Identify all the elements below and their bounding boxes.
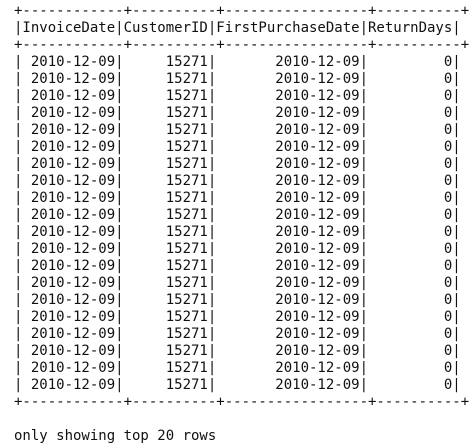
table-row: | 2010-12-09| 15271| 2010-12-09| 0|: [14, 309, 461, 325]
table-row: | 2010-12-09| 15271| 2010-12-09| 0|: [14, 173, 461, 189]
table-bottom-border: +------------+----------+---------------…: [14, 394, 470, 410]
table-header-border: +------------+----------+---------------…: [14, 37, 470, 53]
table-body: | 2010-12-09| 15271| 2010-12-09| 0| | 201…: [14, 54, 469, 394]
table-row: | 2010-12-09| 15271| 2010-12-09| 0|: [14, 122, 461, 138]
footer-message: only showing top 20 rows: [14, 428, 217, 444]
table-row: | 2010-12-09| 15271| 2010-12-09| 0|: [14, 241, 461, 257]
table-row: | 2010-12-09| 15271| 2010-12-09| 0|: [14, 360, 461, 376]
table-row: | 2010-12-09| 15271| 2010-12-09| 0|: [14, 139, 461, 155]
table-row: | 2010-12-09| 15271| 2010-12-09| 0|: [14, 224, 461, 240]
table-row: | 2010-12-09| 15271| 2010-12-09| 0|: [14, 275, 461, 291]
table-row: | 2010-12-09| 15271| 2010-12-09| 0|: [14, 377, 461, 393]
table-row: | 2010-12-09| 15271| 2010-12-09| 0|: [14, 54, 461, 70]
table-top-border: +------------+----------+---------------…: [14, 3, 470, 19]
table-row: | 2010-12-09| 15271| 2010-12-09| 0|: [14, 190, 461, 206]
table-row: | 2010-12-09| 15271| 2010-12-09| 0|: [14, 343, 461, 359]
table-row: | 2010-12-09| 15271| 2010-12-09| 0|: [14, 258, 461, 274]
table-row: | 2010-12-09| 15271| 2010-12-09| 0|: [14, 207, 461, 223]
table-row: | 2010-12-09| 15271| 2010-12-09| 0|: [14, 156, 461, 172]
console-output: +------------+----------+---------------…: [14, 3, 469, 445]
table-row: | 2010-12-09| 15271| 2010-12-09| 0|: [14, 326, 461, 342]
table-row: | 2010-12-09| 15271| 2010-12-09| 0|: [14, 71, 461, 87]
table-header-row: |InvoiceDate|CustomerID|FirstPurchaseDat…: [14, 20, 461, 36]
table-row: | 2010-12-09| 15271| 2010-12-09| 0|: [14, 88, 461, 104]
table-row: | 2010-12-09| 15271| 2010-12-09| 0|: [14, 292, 461, 308]
table-row: | 2010-12-09| 15271| 2010-12-09| 0|: [14, 105, 461, 121]
